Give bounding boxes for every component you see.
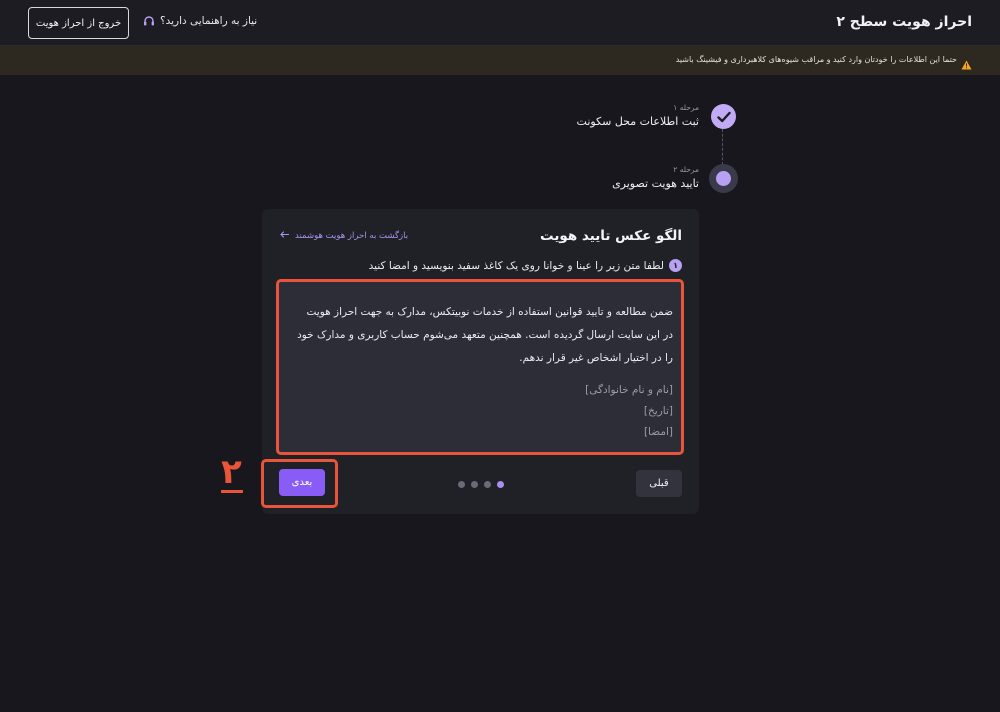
template-text-line: ضمن مطالعه و تایید قوانین استفاده از خدم… [306,306,674,318]
name-placeholder: [نام و نام خانوادگی] [585,384,673,396]
page-title: احراز هویت سطح ۲ [836,14,972,30]
step-number-badge: ۱ [669,259,682,272]
check-icon [716,111,731,122]
step-1-caption: مرحله ۱ [673,103,699,112]
top-header: احراز هویت سطح ۲ نیاز به راهنمایی دارید؟… [0,0,1000,46]
card-title: الگو عکس تایید هویت [540,228,682,244]
template-text-box: ضمن مطالعه و تایید قوانین استفاده از خدم… [276,279,684,455]
pagination-dots [458,481,504,488]
pagination-dot[interactable] [458,481,465,488]
step-2-label: تایید هویت تصویری [612,177,699,190]
date-placeholder: [تاریخ] [643,405,673,417]
instruction-row: ۱ لطفا متن زیر را عینا و خوانا روی یک کا… [369,259,682,272]
previous-button[interactable]: قبلی [636,470,682,497]
pagination-dot-active[interactable] [497,481,504,488]
arrow-left-icon [280,231,290,241]
help-label: نیاز به راهنمایی دارید؟ [160,15,258,27]
warning-text: حتما این اطلاعات را خودتان وارد کنید و م… [675,55,957,64]
photo-template-card: الگو عکس تایید هویت بازگشت به احراز هویت… [261,209,699,514]
stepper-connector [722,129,723,165]
step-1-done-indicator [711,104,736,129]
back-to-smart-verification-link[interactable]: بازگشت به احراز هویت هوشمند [280,231,408,241]
headset-icon [143,15,155,27]
annotation-marker: ۲ [221,452,242,492]
exit-verification-button[interactable]: خروج از احراز هویت [28,7,129,39]
warning-banner: حتما این اطلاعات را خودتان وارد کنید و م… [0,46,1000,75]
next-button[interactable]: بعدی [279,469,325,496]
step-2-current-indicator [709,164,738,193]
template-text-line: را در اختیار اشخاص غیر قرار ندهم. [519,352,673,364]
help-link[interactable]: نیاز به راهنمایی دارید؟ [143,15,257,27]
instruction-text: لطفا متن زیر را عینا و خوانا روی یک کاغذ… [368,259,664,272]
pagination-dot[interactable] [484,481,491,488]
step-1-label: ثبت اطلاعات محل سکونت [576,115,699,128]
annotation-underline [221,490,243,493]
pagination-dot[interactable] [471,481,478,488]
signature-placeholder: [امضا] [643,426,673,438]
template-text-line: در این سایت ارسال گردیده است. همچنین متع… [297,329,673,341]
warning-icon [961,55,972,74]
step-2-caption: مرحله ۲ [673,165,699,174]
back-link-label: بازگشت به احراز هویت هوشمند [295,231,409,241]
